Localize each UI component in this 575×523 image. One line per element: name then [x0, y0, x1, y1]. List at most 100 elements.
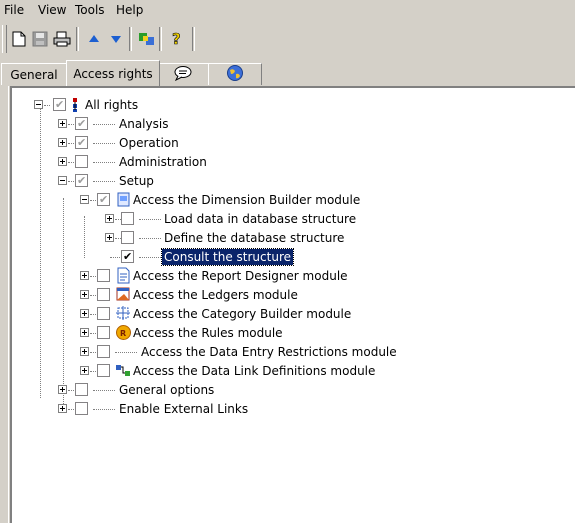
access-rights-tree[interactable]: ✔ All rights ✔ Analysis ✔ Operation Admi… — [10, 86, 575, 523]
expand-toggle[interactable] — [58, 385, 67, 394]
help-button[interactable]: ? — [167, 28, 187, 50]
tree-row-general-options[interactable]: General options — [12, 381, 552, 400]
checkbox-external-links[interactable] — [75, 402, 88, 415]
toolbar-separator — [129, 27, 132, 51]
expand-toggle[interactable] — [58, 138, 67, 147]
menu-bar: File View Tools Help — [0, 0, 575, 20]
tree-label-data-link-definitions: Access the Data Link Definitions module — [133, 364, 376, 378]
tree-connector — [93, 409, 115, 411]
tree-row-root[interactable]: ✔ All rights — [12, 96, 552, 115]
new-document-button[interactable] — [9, 28, 29, 50]
expand-toggle[interactable] — [80, 309, 89, 318]
tree-label-administration: Administration — [119, 155, 207, 169]
expand-toggle[interactable] — [80, 328, 89, 337]
checkbox-all-rights[interactable]: ✔ — [53, 98, 66, 111]
tree-row-data-link-definitions[interactable]: Access the Data Link Definitions module — [12, 362, 552, 381]
checkbox-rules[interactable] — [97, 326, 110, 339]
tree-row-ledgers[interactable]: Access the Ledgers module — [12, 286, 552, 305]
expand-toggle[interactable] — [58, 404, 67, 413]
checkbox-operation[interactable]: ✔ — [75, 136, 88, 149]
tree-connector — [68, 162, 74, 163]
tree-label-rules: Access the Rules module — [133, 326, 283, 340]
tab-label: General — [10, 67, 58, 82]
tree-connector — [44, 105, 50, 106]
ledgers-icon — [115, 286, 132, 303]
collapse-toggle[interactable] — [80, 195, 89, 204]
users-button[interactable] — [137, 28, 157, 50]
tree-connector — [139, 257, 161, 259]
checkbox-dimension-builder[interactable]: ✔ — [97, 193, 110, 206]
data-link-icon — [115, 362, 132, 379]
checkbox-general-options[interactable] — [75, 383, 88, 396]
tree-connector — [68, 124, 74, 125]
collapse-toggle[interactable] — [58, 176, 67, 185]
tree-row-administration[interactable]: Administration — [12, 153, 552, 172]
print-button[interactable] — [52, 28, 72, 50]
checkbox-setup[interactable]: ✔ — [75, 174, 88, 187]
tree-row-load-data[interactable]: Load data in database structure — [12, 210, 552, 229]
save-button[interactable] — [30, 28, 50, 50]
menu-tools[interactable]: Tools — [72, 3, 108, 17]
tab-general[interactable]: General — [1, 63, 67, 85]
tree-row-setup[interactable]: ✔ Setup — [12, 172, 552, 191]
help-icon: ? — [170, 30, 184, 48]
users-icon — [138, 31, 156, 47]
tree-connector — [93, 181, 115, 183]
tree-row-report-designer[interactable]: Access the Report Designer module — [12, 267, 552, 286]
expand-toggle[interactable] — [80, 271, 89, 280]
checkbox-report-designer[interactable] — [97, 269, 110, 282]
tab-comments[interactable] — [158, 63, 210, 85]
tree-row-operation[interactable]: ✔ Operation — [12, 134, 552, 153]
tree-label-setup: Setup — [119, 174, 154, 188]
checkbox-data-entry-restrictions[interactable] — [97, 345, 110, 358]
tree-connector — [90, 314, 96, 315]
tree-label-report-designer: Access the Report Designer module — [133, 269, 348, 283]
toolbar-grip[interactable] — [2, 25, 7, 53]
tree-connector — [139, 219, 161, 221]
checkbox-define-database[interactable] — [121, 231, 134, 244]
toolbar-separator — [159, 27, 162, 51]
checkbox-data-link-definitions[interactable] — [97, 364, 110, 377]
checkbox-consult-structure[interactable]: ✔ — [121, 250, 134, 263]
tree-label-dimension-builder: Access the Dimension Builder module — [133, 193, 361, 207]
move-down-button[interactable] — [106, 28, 126, 50]
tree-label-load-data: Load data in database structure — [164, 212, 357, 226]
tab-globe[interactable] — [208, 63, 262, 85]
expand-toggle[interactable] — [80, 366, 89, 375]
tree-row-rules[interactable]: R Access the Rules module — [12, 324, 552, 343]
checkbox-analysis[interactable]: ✔ — [75, 117, 88, 130]
tab-access-rights[interactable]: Access rights — [66, 60, 160, 86]
tree-connector — [90, 371, 96, 372]
expand-toggle[interactable] — [80, 347, 89, 356]
move-up-button[interactable] — [84, 28, 104, 50]
checkbox-ledgers[interactable] — [97, 288, 110, 301]
expand-toggle[interactable] — [58, 119, 67, 128]
tree-row-data-entry-restrictions[interactable]: Access the Data Entry Restrictions modul… — [12, 343, 552, 362]
menu-help[interactable]: Help — [113, 3, 146, 17]
tree-row-consult-structure[interactable]: ✔ Consult the structure — [12, 248, 552, 267]
category-builder-icon — [115, 305, 132, 322]
expand-toggle[interactable] — [80, 290, 89, 299]
tree-label-analysis: Analysis — [119, 117, 169, 131]
menu-file[interactable]: File — [1, 3, 27, 17]
tree-label-consult-structure: Consult the structure — [160, 248, 295, 266]
tree-connector — [90, 333, 96, 334]
tree-row-external-links[interactable]: Enable External Links — [12, 400, 552, 419]
svg-text:?: ? — [172, 30, 181, 48]
checkbox-administration[interactable] — [75, 155, 88, 168]
checkbox-load-data[interactable] — [121, 212, 134, 225]
menu-view[interactable]: View — [35, 3, 69, 17]
collapse-toggle[interactable] — [34, 100, 43, 109]
expand-toggle[interactable] — [105, 233, 114, 242]
checkbox-category-builder[interactable] — [97, 307, 110, 320]
report-designer-icon — [115, 267, 132, 284]
tree-connector — [90, 276, 96, 277]
tree-row-dimension-builder[interactable]: ✔ Access the Dimension Builder module — [12, 191, 552, 210]
tree-row-category-builder[interactable]: Access the Category Builder module — [12, 305, 552, 324]
tree-connector — [110, 257, 120, 258]
tree-label-define-database: Define the database structure — [164, 231, 345, 245]
expand-toggle[interactable] — [105, 214, 114, 223]
expand-toggle[interactable] — [58, 157, 67, 166]
tree-row-analysis[interactable]: ✔ Analysis — [12, 115, 552, 134]
tree-row-define-database[interactable]: Define the database structure — [12, 229, 552, 248]
